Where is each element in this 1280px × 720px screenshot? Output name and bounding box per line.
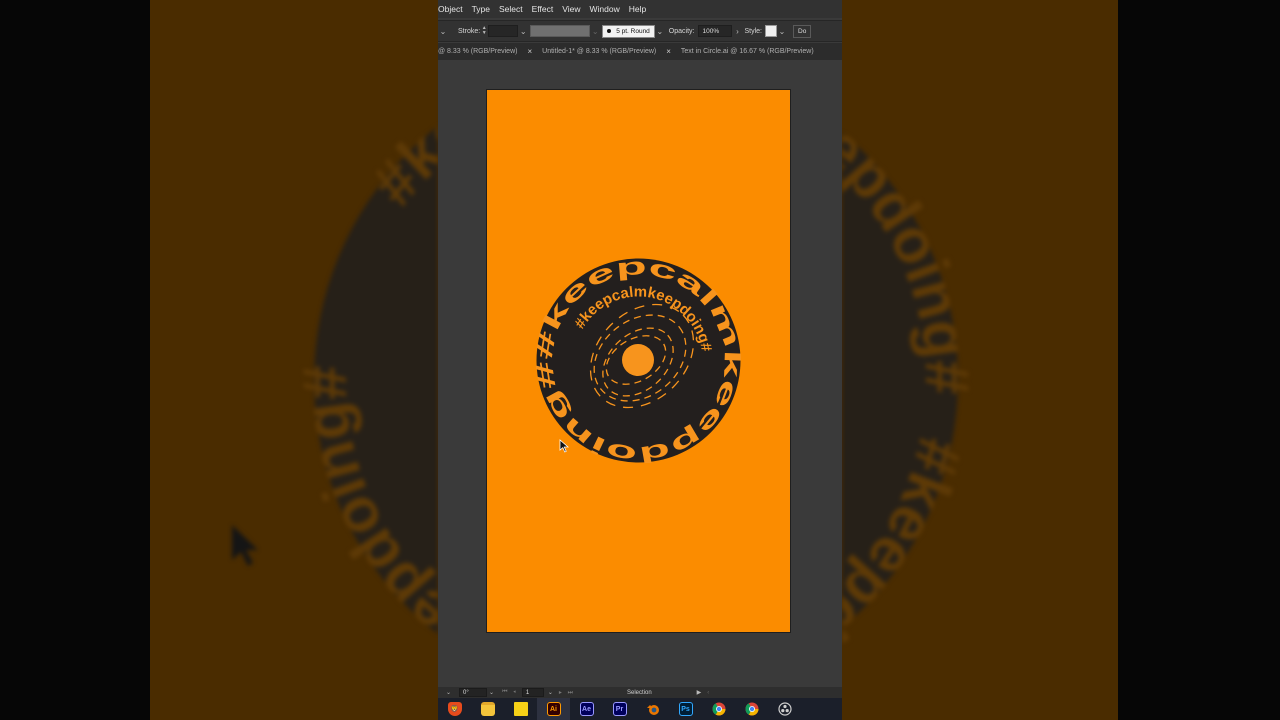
tab-label: @ 8.33 % (RGB/Preview) (438, 48, 518, 55)
chrome-icon (712, 702, 726, 716)
menu-object[interactable]: Object (438, 4, 472, 14)
blurred-background-left: #keepdoing# #keepdoing# (150, 0, 438, 720)
blurred-badge-left: #keepdoing# #keepdoing# (150, 0, 438, 707)
profile-chevron-icon[interactable]: ⌄ (590, 27, 600, 36)
taskbar-app-brave[interactable]: 🦁 (438, 698, 471, 720)
illustrator-icon: Ai (546, 702, 561, 716)
tab-label: Text in Circle.ai @ 16.67 % (RGB/Preview… (680, 48, 814, 55)
obs-icon (777, 702, 792, 716)
brush-dot-icon (607, 29, 612, 33)
current-tool-label: Selection (626, 689, 652, 696)
variable-width-profile[interactable] (530, 25, 591, 37)
stroke-weight-field[interactable] (488, 25, 519, 37)
document-tab-bar: @ 8.33 % (RGB/Preview) × Untitled-1* @ 8.… (438, 43, 842, 60)
illustrator-window: Object Type Select Effect View Window He… (438, 0, 842, 720)
rotation-chevron-icon[interactable]: ⌄ (489, 689, 494, 696)
brush-chevron-icon[interactable]: ⌄ (655, 27, 665, 36)
blender-icon (646, 702, 660, 716)
letterbox-left (0, 0, 150, 720)
brush-label: 5 pt. Round (616, 27, 650, 35)
document-setup-button[interactable]: Do (793, 24, 812, 38)
opacity-label: Opacity: (668, 27, 695, 35)
opacity-arrow-icon[interactable]: › (732, 27, 742, 36)
menu-bar: Object Type Select Effect View Window He… (438, 0, 842, 18)
zoom-chevron-icon[interactable]: ⌄ (446, 689, 451, 696)
chrome-alt-icon (745, 702, 759, 716)
status-arrow-icon[interactable]: ▶ (697, 689, 702, 696)
opacity-field[interactable]: 100% (698, 25, 733, 37)
menu-help[interactable]: Help (629, 4, 655, 14)
close-icon[interactable]: × (527, 47, 532, 56)
stroke-stepper[interactable]: ▲ ▼ (480, 25, 488, 37)
blurred-background-text-2: #keepdoing# (150, 0, 438, 218)
graphic-style-swatch[interactable] (765, 25, 777, 37)
style-chevron-icon[interactable]: ⌄ (777, 27, 787, 36)
artboard-chevron-icon[interactable]: ⌄ (548, 689, 553, 696)
menu-view[interactable]: View (562, 4, 589, 14)
menu-effect[interactable]: Effect (532, 4, 563, 14)
brave-icon: 🦁 (447, 702, 462, 716)
photoshop-icon: Ps (678, 702, 693, 716)
file-explorer-icon (480, 702, 495, 716)
sticky-notes-icon (513, 702, 528, 716)
taskbar-app-obs[interactable] (768, 698, 801, 720)
artboard-number-field[interactable]: 1 (521, 688, 544, 697)
premiere-icon: Pr (612, 702, 627, 716)
taskbar-app-photoshop[interactable]: Ps (669, 698, 702, 720)
control-bar: ⌄ Stroke: ▲ ▼ ⌄ ⌄ 5 pt. Round ⌄ Opacity: … (438, 20, 842, 42)
fill-dropdown-chevron-icon[interactable]: ⌄ (438, 27, 448, 36)
document-tab-2[interactable]: Untitled-1* @ 8.33 % (RGB/Preview) × (542, 47, 681, 56)
taskbar-app-premiere[interactable]: Pr (603, 698, 636, 720)
taskbar-app-after-effects[interactable]: Ae (570, 698, 603, 720)
after-effects-icon: Ae (579, 702, 594, 716)
taskbar-app-chrome-alt[interactable] (735, 698, 768, 720)
stroke-label: Stroke: (458, 27, 481, 35)
blurred-badge-right: #keepdoing# #keepdoing# (842, 53, 981, 720)
selection-cursor-icon (559, 439, 569, 453)
tab-label: Untitled-1* @ 8.33 % (RGB/Preview) (542, 48, 657, 55)
blurred-background-right: #keepdoing# #keepdoing# (842, 0, 1118, 720)
next-last-artboard-icon[interactable]: ▸ ⏭ (559, 689, 575, 697)
document-tab-1[interactable]: @ 8.33 % (RGB/Preview) × (438, 47, 542, 56)
stroke-weight-chevron-icon[interactable]: ⌄ (518, 27, 528, 36)
artboard[interactable]: #keepcalmkeepdoing# #keepcalmkeepdoing# (486, 89, 791, 633)
rotation-field[interactable]: 0° (459, 688, 488, 697)
status-back-icon[interactable]: ‹ (707, 690, 709, 696)
letterbox-right (1118, 0, 1280, 720)
taskbar-app-illustrator[interactable]: Ai (537, 698, 570, 720)
badge-center-dot (622, 344, 654, 376)
style-label: Style: (744, 27, 762, 35)
taskbar-app-chrome[interactable] (702, 698, 735, 720)
menu-select[interactable]: Select (499, 4, 532, 14)
brush-definition[interactable]: 5 pt. Round (602, 24, 655, 38)
menu-window[interactable]: Window (590, 4, 629, 14)
windows-taskbar: 🦁 Ai Ae Pr Ps (438, 698, 842, 720)
menu-type[interactable]: Type (472, 4, 499, 14)
taskbar-app-sticky-notes[interactable] (504, 698, 537, 720)
first-prev-artboard-icon[interactable]: ⏮ ◂ (502, 689, 518, 696)
taskbar-app-file-explorer[interactable] (471, 698, 504, 720)
taskbar-app-blender[interactable] (636, 698, 669, 720)
circular-text-badge[interactable]: #keepcalmkeepdoing# #keepcalmkeepdoing# (536, 258, 741, 463)
blurred-cursor-icon (232, 525, 258, 566)
canvas-area[interactable]: #keepcalmkeepdoing# #keepcalmkeepdoing# (438, 60, 842, 687)
document-tab-3[interactable]: Text in Circle.ai @ 16.67 % (RGB/Preview… (681, 48, 814, 55)
close-icon[interactable]: × (666, 47, 671, 56)
status-bar: ⌄ 0° ⌄ ⏮ ◂ 1 ⌄ ▸ ⏭ Selection ▶ ‹ (438, 687, 842, 698)
